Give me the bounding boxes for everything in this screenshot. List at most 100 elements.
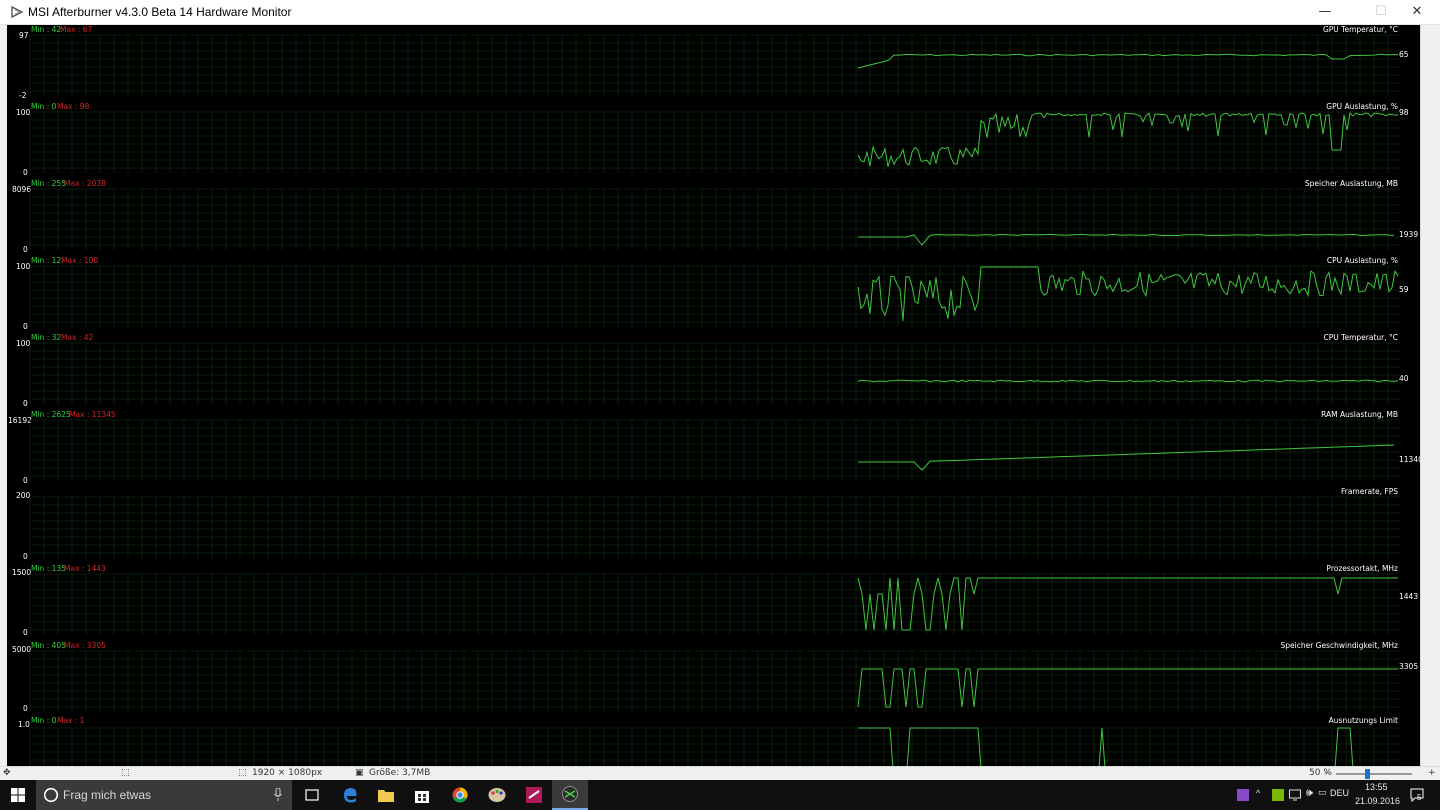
window-left-border: [0, 25, 7, 766]
network-icon[interactable]: ▭: [1318, 787, 1327, 798]
title-bar: MSI Afterburner v4.3.0 Beta 14 Hardware …: [0, 0, 1440, 25]
graph-current-value: 3305: [1399, 662, 1419, 671]
taskbar-app-store[interactable]: [404, 780, 440, 810]
graph-plot: [29, 265, 1400, 327]
graph-cpu-usage: Min : 12 Max : 100 CPU Auslastung, % 100…: [7, 256, 1420, 333]
taskbar-app-edge[interactable]: [332, 780, 368, 810]
dimensions-icon: ⬚: [238, 768, 247, 778]
cortana-icon: [43, 787, 59, 803]
graph-memory-usage: Min : 255 Max : 2038 Speicher Auslastung…: [7, 179, 1420, 256]
graph-current-value: 1939: [1399, 230, 1419, 239]
graph-usage-limit: Min : 0 Max : 1 Ausnutzungs Limit 1.0: [7, 716, 1420, 789]
graph-bottom-value: 0: [23, 628, 28, 637]
taskbar-app-explorer[interactable]: [368, 780, 404, 810]
taskbar-app-paint[interactable]: [479, 780, 515, 810]
speaker-icon[interactable]: 🕪: [1306, 787, 1313, 800]
tray-chevron-icon[interactable]: ^: [1256, 788, 1260, 798]
graph-current-value: 59: [1399, 285, 1409, 294]
graph-trace: [857, 379, 1399, 383]
graph-bottom-value: 0: [23, 322, 28, 331]
graph-ram-usage: Min : 2625 Max : 11345 RAM Auslastung, M…: [7, 410, 1423, 487]
task-view-button[interactable]: [294, 780, 330, 810]
graph-current-value: 98: [1399, 108, 1409, 117]
tray-monitor-icon[interactable]: [1289, 789, 1301, 801]
graph-top-value: 97: [19, 31, 29, 40]
task-view-icon: [305, 789, 319, 801]
graph-memory-clock: Min : 405 Max : 3305 Speicher Geschwindi…: [7, 641, 1420, 718]
graph-plot: [29, 496, 1400, 558]
windows-taskbar: Frag mich etwas ^ 🕪 ▭ DEU 13:55 21.09.20…: [0, 780, 1440, 810]
graph-bottom-value: 0: [23, 245, 28, 254]
graph-bottom-value: 0: [23, 552, 28, 561]
minimize-button[interactable]: —: [1302, 0, 1348, 24]
taskbar-app-chrome[interactable]: [442, 780, 478, 810]
zoom-out-icon[interactable]: –: [1324, 768, 1329, 778]
move-icon: ✥: [3, 768, 11, 778]
clock-time[interactable]: 13:55: [1365, 782, 1388, 792]
graph-bottom-value: -2: [19, 91, 27, 100]
nvidia-icon[interactable]: [1272, 789, 1284, 801]
hardware-monitor-graphs: Min : 42 Max : 67 GPU Temperatur, °C 97 …: [7, 25, 1423, 789]
close-button[interactable]: ✕: [1394, 0, 1440, 24]
start-button[interactable]: [0, 780, 36, 810]
clock-date[interactable]: 21.09.2016: [1355, 796, 1400, 806]
notification-count: 5: [1417, 793, 1422, 802]
search-box[interactable]: Frag mich etwas: [36, 780, 292, 810]
chrome-icon: [452, 787, 468, 803]
graph-trace: [857, 266, 1399, 321]
editor-app-icon: [526, 787, 542, 803]
afterburner-icon: [562, 786, 578, 802]
graph-core-clock: Min : 135 Max : 1443 Prozessortakt, MHz …: [7, 564, 1420, 641]
select-icon: ⬚: [121, 768, 130, 778]
graph-bottom-value: 0: [23, 399, 28, 408]
search-placeholder: Frag mich etwas: [63, 788, 152, 802]
graph-bottom-value: 0: [23, 168, 28, 177]
graph-top-value: 1500: [12, 568, 32, 577]
graph-current-value: 1443: [1399, 592, 1419, 601]
graph-bottom-value: 0: [23, 476, 28, 485]
graph-plot: [29, 573, 1400, 635]
edge-icon: [344, 788, 357, 803]
graph-top-value: 100: [16, 108, 31, 117]
graph-top-value: 100: [16, 262, 31, 271]
graph-plot: [29, 342, 1400, 404]
window-title: MSI Afterburner v4.3.0 Beta 14 Hardware …: [28, 5, 292, 19]
graph-top-value: 100: [16, 339, 31, 348]
zoom-in-icon[interactable]: +: [1428, 768, 1436, 778]
graph-top-value: 8096: [12, 185, 32, 194]
microphone-icon[interactable]: [274, 788, 282, 802]
windows-logo-icon: [11, 788, 25, 802]
graph-top-value: 200: [16, 491, 31, 500]
graph-cpu-temperature: Min : 32 Max : 42 CPU Temperatur, °C 100…: [7, 333, 1420, 410]
graph-top-value: 1.0: [18, 720, 30, 729]
image-dimensions: 1920 × 1080px: [252, 768, 323, 778]
graph-trace: [858, 444, 1395, 471]
graph-trace: [857, 53, 1399, 69]
graph-framerate: Framerate, FPS 200 0: [7, 487, 1420, 564]
tray-app-icon[interactable]: [1237, 789, 1249, 801]
graph-gpu-temperature: Min : 42 Max : 67 GPU Temperatur, °C 97 …: [7, 25, 1420, 102]
graph-current-value: 40: [1399, 374, 1409, 383]
graph-plot: [29, 419, 1400, 481]
paint-palette-icon: [488, 788, 506, 802]
zoom-slider-thumb[interactable]: [1365, 769, 1370, 779]
save-icon: ▣: [355, 768, 364, 778]
store-icon: [415, 791, 429, 803]
vertical-scrollbar[interactable]: [1420, 25, 1440, 766]
graph-trace: [857, 111, 1399, 167]
graph-top-value: 16192: [8, 416, 32, 425]
status-bar: ✥ ⬚ ⬚ 1920 × 1080px ▣ Größe: 3,7MB 50 % …: [0, 766, 1440, 781]
graph-gpu-usage: Min : 0 Max : 98 GPU Auslastung, % 100 0…: [7, 102, 1420, 179]
taskbar-app-afterburner[interactable]: [552, 780, 588, 810]
keyboard-language[interactable]: DEU: [1330, 788, 1349, 798]
zoom-slider[interactable]: [1336, 773, 1412, 775]
graph-current-value: 65: [1399, 50, 1409, 59]
graph-top-value: 5000: [12, 645, 32, 654]
taskbar-app-editor[interactable]: [516, 780, 552, 810]
graph-plot: [29, 650, 1400, 712]
graph-bottom-value: 0: [23, 704, 28, 713]
afterburner-app-icon: [11, 5, 24, 19]
folder-icon: [378, 790, 394, 802]
graph-plot: [29, 111, 1400, 173]
graph-trace: [858, 233, 1395, 246]
